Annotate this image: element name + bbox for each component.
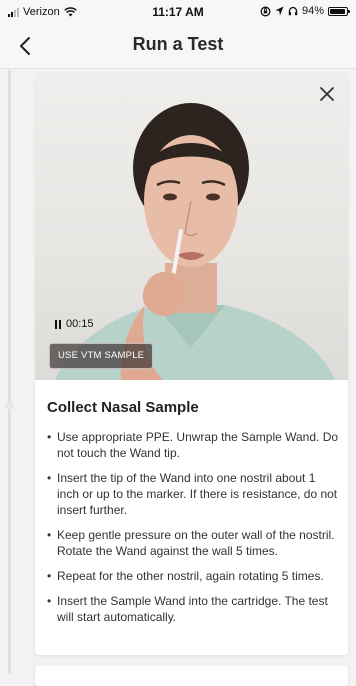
elapsed-time: 00:15 (66, 318, 94, 330)
navigation-bar: Run a Test (0, 24, 356, 69)
page-title: Run a Test (132, 34, 224, 54)
video-timer: 00:15 (55, 318, 94, 330)
location-icon (275, 6, 284, 16)
orientation-lock-icon (260, 6, 271, 16)
pause-icon[interactable] (55, 319, 61, 329)
step-indicator-dot (5, 401, 14, 410)
use-vtm-sample-button[interactable]: USE VTM SAMPLE (49, 343, 154, 369)
instruction-list: Use appropriate PPE. Unwrap the Sample W… (47, 429, 339, 634)
instruction-item: Insert the Sample Wand into the cartridg… (47, 593, 339, 625)
step-rail (8, 70, 11, 673)
instruction-item: Keep gentle pressure on the outer wall o… (47, 527, 339, 559)
status-indicators: 94% (260, 5, 350, 17)
status-bar: Verizon 11:17 AM 94% (0, 0, 356, 24)
instruction-item: Use appropriate PPE. Unwrap the Sample W… (47, 429, 339, 461)
instruction-video[interactable]: 00:15 USE VTM SAMPLE (35, 73, 348, 380)
headphones-icon (288, 6, 298, 16)
instruction-item: Insert the tip of the Wand into one nost… (47, 470, 339, 518)
instruction-card: 00:15 USE VTM SAMPLE Collect Nasal Sampl… (35, 73, 348, 655)
step-title: Collect Nasal Sample (47, 399, 199, 416)
next-step-card[interactable] (35, 666, 348, 686)
close-icon[interactable] (318, 85, 336, 103)
battery-percent: 94% (301, 5, 324, 17)
person-swabbing-illustration (55, 103, 335, 380)
battery-icon (328, 6, 350, 16)
instruction-item: Repeat for the other nostril, again rota… (47, 568, 339, 584)
